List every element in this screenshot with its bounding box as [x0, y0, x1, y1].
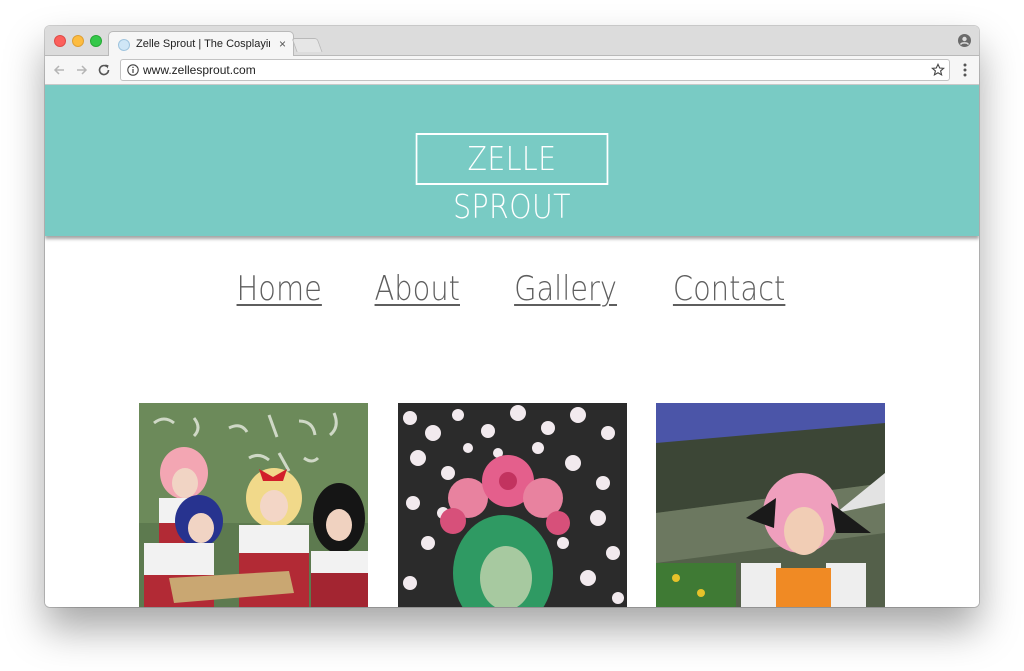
nav-link-home[interactable]: Home — [236, 269, 321, 309]
photo-gallery — [45, 403, 979, 607]
main-navigation: Home About Gallery Contact — [45, 269, 979, 309]
nav-link-about[interactable]: About — [374, 269, 459, 309]
favicon-icon — [118, 39, 130, 51]
site-logo-text: ZELLE SPROUT — [453, 139, 571, 226]
reload-icon[interactable] — [97, 63, 111, 77]
browser-tab-active[interactable]: Zelle Sprout | The Cosplaying × — [108, 31, 294, 57]
menu-icon[interactable] — [963, 63, 967, 77]
profile-icon[interactable] — [958, 34, 971, 47]
tab-close-icon[interactable]: × — [279, 37, 286, 51]
close-window-icon[interactable] — [54, 35, 66, 47]
browser-window: Zelle Sprout | The Cosplaying × www.zell… — [45, 26, 979, 607]
site-logo[interactable]: ZELLE SPROUT — [415, 133, 609, 226]
gallery-photo-group-cosplay[interactable] — [139, 403, 368, 607]
nav-link-contact[interactable]: Contact — [673, 269, 785, 309]
info-icon[interactable] — [127, 64, 139, 76]
page-viewport: ZELLE SPROUT Home About Gallery Contact — [45, 85, 979, 607]
gallery-photo-flower-cosplay[interactable] — [398, 403, 627, 607]
back-arrow-icon[interactable] — [52, 63, 66, 77]
star-icon[interactable] — [931, 63, 945, 77]
minimize-window-icon[interactable] — [72, 35, 84, 47]
tab-title: Zelle Sprout | The Cosplaying — [136, 38, 270, 50]
url-text[interactable]: www.zellesprout.com — [143, 63, 256, 77]
tab-strip: Zelle Sprout | The Cosplaying × — [45, 26, 979, 57]
address-bar[interactable]: www.zellesprout.com — [120, 59, 950, 81]
forward-arrow-icon[interactable] — [75, 63, 89, 77]
zoom-window-icon[interactable] — [90, 35, 102, 47]
browser-toolbar: www.zellesprout.com — [45, 56, 979, 85]
site-header: ZELLE SPROUT — [45, 85, 979, 236]
gallery-photo-pink-cosplay[interactable] — [656, 403, 885, 607]
new-tab-button[interactable] — [291, 38, 323, 52]
nav-link-gallery[interactable]: Gallery — [514, 269, 617, 309]
